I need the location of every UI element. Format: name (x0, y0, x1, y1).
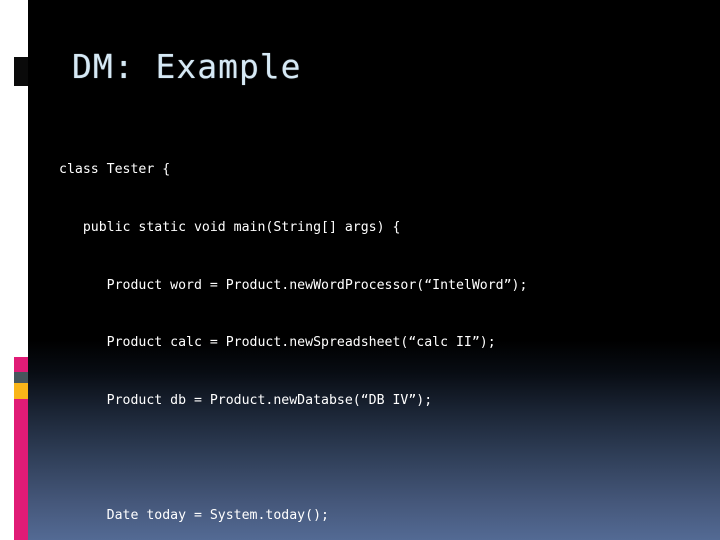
accent-bar-top-black (14, 57, 28, 86)
code-line: class Tester { (59, 162, 171, 178)
accent-bar-pink-lower (14, 399, 28, 540)
code-line: Product calc = Product.newSpreadsheet(“c… (59, 335, 496, 351)
accent-bar-yellow (14, 383, 28, 399)
accent-bar-slate (14, 372, 28, 383)
slide-canvas: DM: Example class Tester { public static… (0, 0, 720, 540)
code-line: Date today = System.today(); (59, 507, 329, 523)
slide-title: DM: Example (72, 47, 302, 86)
code-block: class Tester { public static void main(S… (59, 122, 699, 540)
accent-bar-pink-upper (14, 357, 28, 372)
code-line: Product db = Product.newDatabse(“DB IV”)… (59, 392, 433, 408)
code-line: public static void main(String[] args) { (59, 220, 401, 235)
code-line: Product word = Product.newWordProcessor(… (59, 277, 528, 293)
